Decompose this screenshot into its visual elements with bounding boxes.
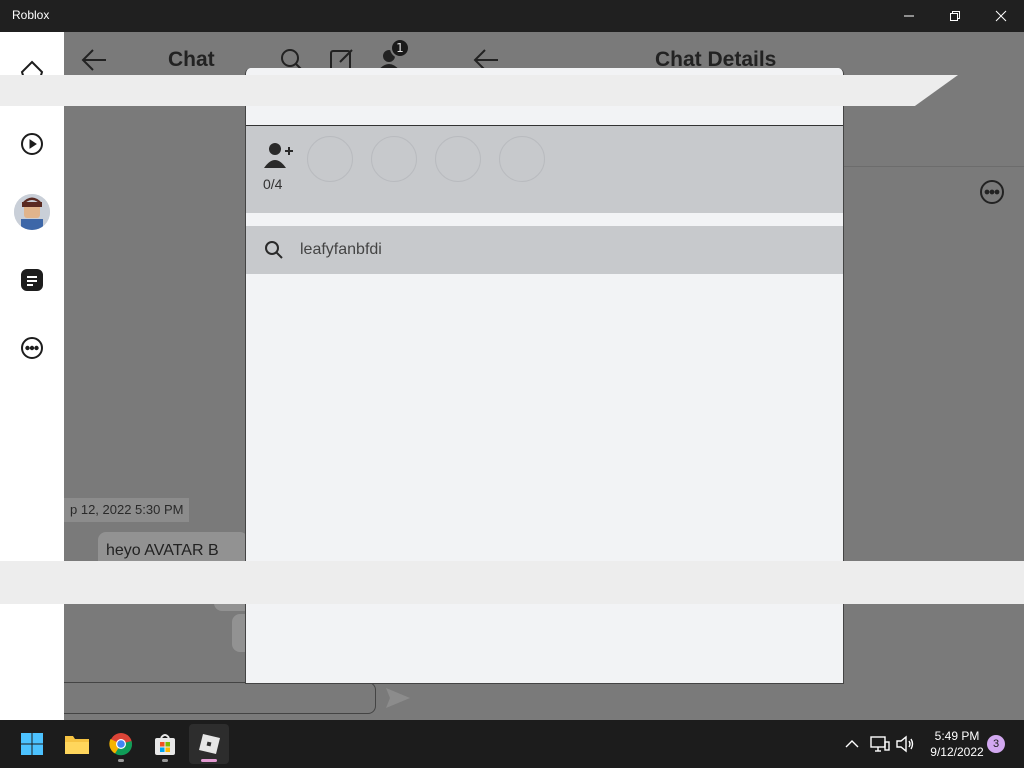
restore-icon: [950, 11, 960, 21]
windows-icon: [21, 733, 43, 755]
selected-friends-area: 0/4: [246, 125, 843, 213]
selected-count: 0/4: [263, 176, 283, 192]
empty-friend-slot: [435, 136, 481, 182]
store-button[interactable]: [145, 724, 185, 764]
clock-time: 5:49 PM: [934, 729, 980, 743]
speaker-icon: [896, 735, 914, 753]
more-horizontal-icon: [980, 180, 1004, 204]
send-icon: [386, 688, 410, 708]
more-nav-button[interactable]: [16, 332, 48, 364]
start-button[interactable]: [12, 724, 52, 764]
friend-search-input[interactable]: [300, 234, 820, 266]
running-indicator: [162, 759, 168, 762]
avatar-nav-button[interactable]: [14, 194, 50, 230]
clock-date: 9/12/2022: [930, 745, 984, 759]
more-horizontal-icon: [21, 337, 43, 359]
running-indicator: [118, 759, 124, 762]
empty-friend-slot: [499, 136, 545, 182]
search-results-list: [246, 274, 843, 683]
notification-count-badge[interactable]: 3: [987, 735, 1005, 753]
close-icon: [995, 10, 1007, 22]
system-clock[interactable]: 5:49 PM 9/12/2022: [922, 728, 992, 760]
minimize-button[interactable]: [886, 0, 932, 32]
chat-message-input[interactable]: [64, 682, 376, 714]
window-title: Roblox: [12, 8, 50, 22]
network-icon: [870, 736, 890, 752]
send-button[interactable]: [384, 686, 412, 714]
play-circle-icon: [21, 133, 43, 155]
add-friend-icon: [264, 141, 294, 173]
folder-icon: [65, 736, 89, 754]
chat-icon: [21, 269, 43, 291]
chrome-button[interactable]: [101, 724, 141, 764]
active-indicator: [201, 759, 217, 762]
chat-title: Chat: [168, 48, 215, 71]
restore-button[interactable]: [932, 0, 978, 32]
avatar-icon: [14, 194, 50, 230]
redaction-strip: [0, 75, 958, 106]
arrow-left-icon: [81, 49, 106, 71]
roblox-icon: [199, 734, 220, 754]
search-icon: [264, 240, 284, 264]
network-button[interactable]: [868, 732, 892, 756]
friend-search-bar: [246, 226, 843, 274]
chevron-up-icon: [845, 740, 859, 748]
empty-friend-slot: [371, 136, 417, 182]
close-window-button[interactable]: [978, 0, 1024, 32]
chat-back-button[interactable]: [80, 46, 108, 74]
file-explorer-button[interactable]: [57, 724, 97, 764]
chrome-icon: [109, 733, 133, 756]
date-separator: p 12, 2022 5:30 PM: [64, 498, 190, 522]
left-nav-rail: [0, 32, 64, 720]
chat-nav-button[interactable]: [16, 264, 48, 296]
notification-badge: 1: [390, 38, 410, 58]
title-bar: Roblox: [0, 0, 1024, 32]
empty-friend-slot: [307, 136, 353, 182]
minimize-icon: [904, 15, 914, 17]
roblox-taskbar-button[interactable]: [189, 724, 229, 764]
taskbar: 5:49 PM 9/12/2022: [0, 720, 1024, 768]
volume-button[interactable]: [893, 732, 917, 756]
details-more-button[interactable]: [978, 178, 1006, 206]
discover-nav-button[interactable]: [16, 128, 48, 160]
redaction-strip: [0, 561, 1024, 604]
store-icon: [155, 734, 175, 755]
show-hidden-icons-button[interactable]: [840, 732, 864, 756]
